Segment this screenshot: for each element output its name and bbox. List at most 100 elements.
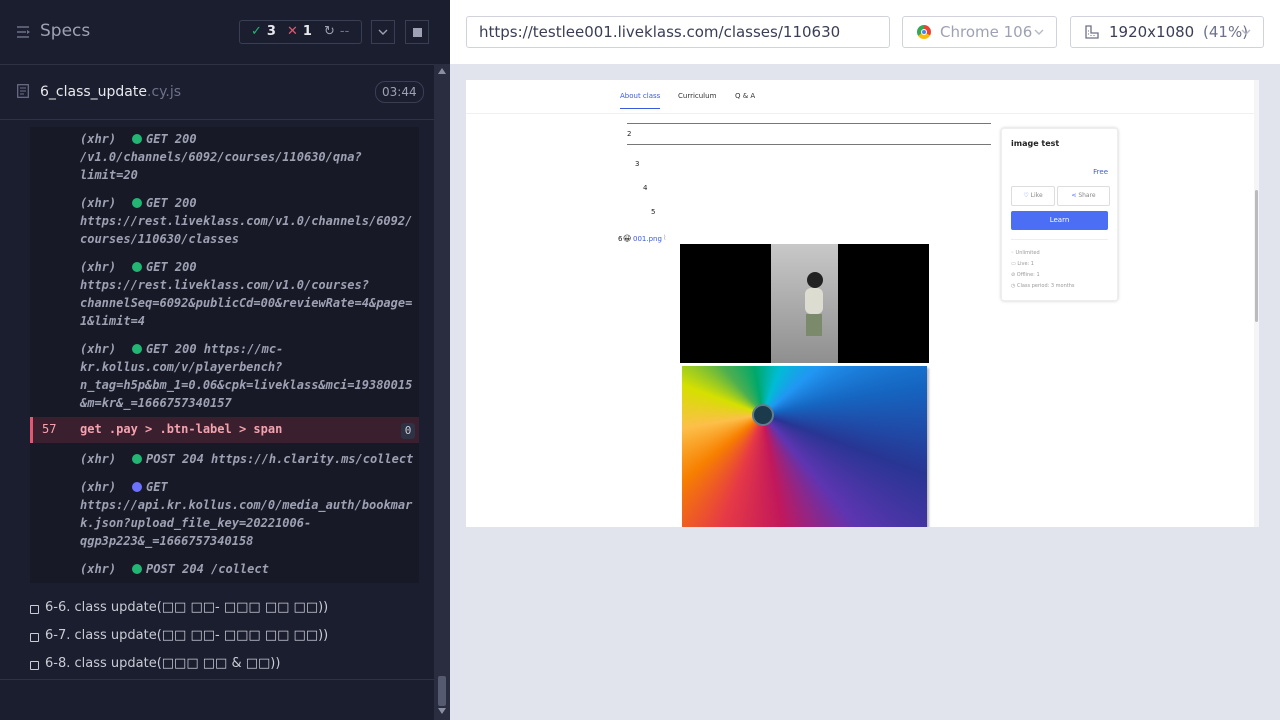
pending-test-icon [30, 633, 39, 642]
meta-item: ◦ Unlimited [1011, 250, 1040, 256]
tab-about-class[interactable]: About class [620, 92, 661, 109]
card-title: image test [1011, 139, 1060, 148]
command-message: POST 204 https://h.clarity.ms/collect [146, 452, 414, 466]
like-label: Like [1030, 192, 1043, 199]
status-dot-icon [132, 134, 142, 144]
command-text: GET 200 https://rest.liveklass.com/v1.0/… [80, 258, 415, 330]
pending-test-icon [30, 661, 39, 670]
divider [1011, 239, 1108, 240]
tab-curriculum[interactable]: Curriculum [678, 92, 716, 100]
command-text: GET 200 https://rest.liveklass.com/v1.0/… [80, 194, 415, 248]
command-log-scrollbar[interactable] [434, 64, 450, 720]
command-text: GET https://api.kr.kollus.com/0/media_au… [80, 478, 415, 550]
meta-item: ◷ Class period: 3 months [1011, 283, 1075, 289]
spinner-icon: ↻ [324, 24, 335, 39]
file-ext: .cy.js [147, 84, 182, 100]
card-price: Free [1093, 168, 1108, 176]
scroll-down-icon[interactable] [438, 708, 446, 714]
command-number: 57 [42, 422, 57, 436]
reporter-panel: Specs ✓ 3 ✕ 1 ↻ -- 6_class_update.cy.js … [0, 0, 450, 720]
aut-scrollbar[interactable] [1254, 80, 1259, 527]
command-message: GET 200 /v1.0/channels/6092/courses/1106… [80, 132, 362, 182]
umbrella-center [752, 404, 774, 426]
meta-item: ⊘ Offline: 1 [1011, 272, 1040, 278]
spec-file-name: 6_class_update.cy.js [40, 84, 181, 100]
stop-icon [412, 27, 422, 37]
preview-toolbar: https://testlee001.liveklass.com/classes… [450, 0, 1280, 64]
test-stats: ✓ 3 ✕ 1 ↻ -- [239, 20, 362, 44]
learn-button[interactable]: Learn [1011, 211, 1108, 230]
divider [0, 679, 434, 680]
ruler-icon [1085, 25, 1099, 39]
status-dot-icon [132, 344, 142, 354]
chevron-down-icon [378, 29, 388, 35]
divider [627, 144, 991, 145]
share-label: Share [1078, 192, 1096, 199]
meta-class-period: Class period: 3 months [1016, 283, 1075, 289]
meta-live: Live: 1 [1017, 261, 1034, 267]
list-number: 4 [643, 184, 648, 192]
command-text: GET 200 /v1.0/channels/6092/courses/1106… [80, 130, 415, 184]
collapse-button[interactable] [371, 20, 395, 44]
url-field[interactable]: https://testlee001.liveklass.com/classes… [466, 16, 890, 48]
spec-file-row[interactable]: 6_class_update.cy.js 03:44 [0, 64, 434, 120]
x-icon: ✕ [287, 24, 298, 39]
list-number: 6 [618, 235, 623, 243]
video-player[interactable] [680, 244, 929, 363]
failed-stat: ✕ 1 [287, 24, 312, 39]
share-button[interactable]: ⋖ Share [1057, 186, 1110, 206]
status-dot-icon [132, 564, 142, 574]
command-count-badge: 0 [401, 423, 415, 439]
status-dot-icon [132, 198, 142, 208]
paperclip-icon: ⌇ [663, 234, 667, 242]
file-link[interactable]: 001.png [633, 235, 662, 243]
tab-qna[interactable]: Q & A [735, 92, 755, 100]
stop-button[interactable] [405, 20, 429, 44]
command-text: POST 204 /collect [80, 560, 415, 578]
list-number: 2 [627, 130, 632, 138]
aut-scrollbar-thumb[interactable] [1255, 190, 1258, 322]
divider [627, 123, 991, 124]
specs-menu-icon[interactable] [16, 24, 32, 40]
scrollbar-thumb[interactable] [438, 676, 446, 706]
command-message: GET 200 https://rest.liveklass.com/v1.0/… [80, 260, 413, 328]
browser-selector[interactable]: Chrome 106 [902, 16, 1057, 48]
command-message: GET 200 https://rest.liveklass.com/v1.0/… [80, 196, 413, 246]
check-icon: ✓ [251, 24, 262, 39]
status-dot-icon [132, 454, 142, 464]
viewport-selector[interactable]: 1920x1080 (41%) [1070, 16, 1264, 48]
video-frame-image [771, 244, 838, 363]
passed-count: 3 [266, 24, 276, 39]
chevron-down-icon [1241, 29, 1251, 35]
list-number: 5 [651, 208, 656, 216]
meta-offline: Offline: 1 [1016, 272, 1040, 278]
application-under-test: About class Curriculum Q & A 2 3 4 5 6 😀… [466, 80, 1259, 527]
meta-unlimited: Unlimited [1015, 250, 1040, 256]
viewport-size: 1920x1080 [1109, 23, 1195, 41]
failed-command-name: get .pay > .btn-label > span [80, 422, 283, 436]
list-number: 3 [635, 160, 640, 168]
specs-title[interactable]: Specs [40, 21, 90, 41]
passed-stat: ✓ 3 [251, 24, 276, 39]
status-dot-icon [132, 262, 142, 272]
child-body [805, 288, 823, 314]
test-title: 6-8. class update(□□□ □□ & □□)) [45, 656, 281, 671]
file-name: 6_class_update [40, 84, 147, 100]
chrome-icon-center [921, 29, 927, 35]
scroll-up-icon[interactable] [438, 68, 446, 74]
test-title: 6-7. class update(□□ □□- □□□ □□ □□)) [45, 628, 329, 643]
app-preview-panel: https://testlee001.liveklass.com/classes… [450, 0, 1280, 720]
browser-name: Chrome 106 [940, 23, 1033, 41]
class-tabs: About class Curriculum Q & A [466, 80, 1259, 114]
failed-command-row[interactable]: 57 get .pay > .btn-label > span 0 [30, 417, 419, 443]
pending-stat: ↻ -- [324, 24, 349, 39]
emoji-icon: 😀 [623, 234, 632, 243]
chevron-down-icon [1034, 29, 1044, 35]
file-icon [17, 84, 29, 98]
test-title: 6-6. class update(□□ □□- □□□ □□ □□)) [45, 600, 329, 615]
duration-badge: 03:44 [375, 81, 424, 103]
share-icon: ⋖ [1071, 192, 1077, 199]
like-button[interactable]: ♡ Like [1011, 186, 1055, 206]
command-text: POST 204 https://h.clarity.ms/collect [80, 450, 415, 468]
command-message: GET https://api.kr.kollus.com/0/media_au… [80, 480, 413, 548]
